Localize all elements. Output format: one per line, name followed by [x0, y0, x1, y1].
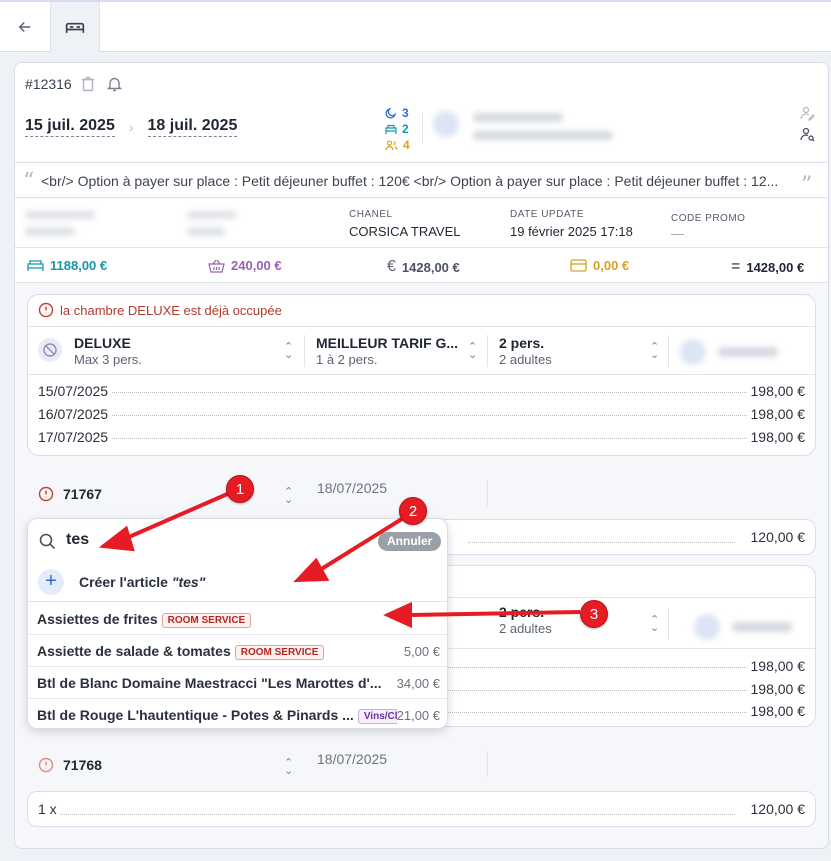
callout-1: 1	[226, 475, 254, 503]
callout-3: 3	[580, 600, 608, 628]
annotation-arrows	[98, 490, 581, 629]
callout-2: 2	[399, 497, 427, 525]
